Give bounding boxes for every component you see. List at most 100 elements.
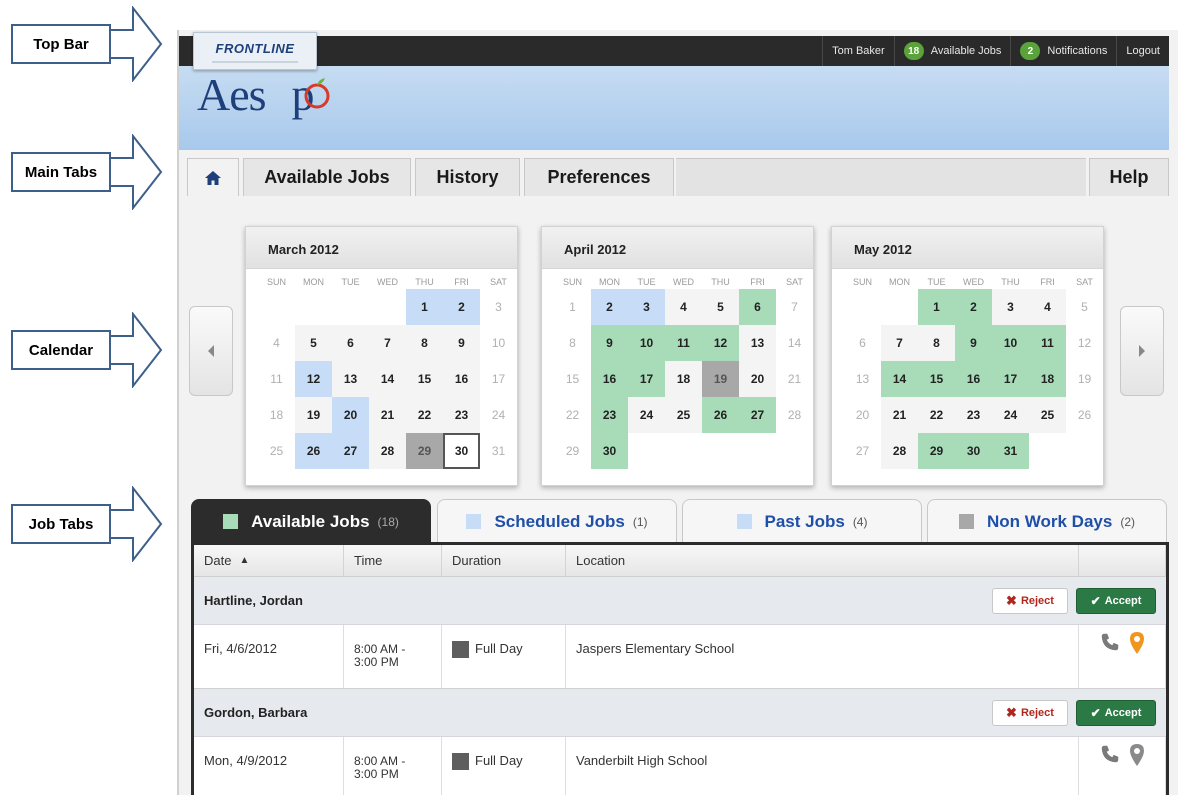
accept-button[interactable]: ✔ Accept: [1076, 587, 1156, 614]
column-header-duration[interactable]: Duration: [442, 545, 566, 576]
calendar-day[interactable]: 25: [665, 397, 702, 433]
calendar-day[interactable]: 21: [369, 397, 406, 433]
calendar-day[interactable]: 6: [332, 325, 369, 361]
calendar-day[interactable]: 31: [480, 433, 517, 469]
calendar-day[interactable]: 8: [918, 325, 955, 361]
calendar-day[interactable]: 15: [918, 361, 955, 397]
calendar-day[interactable]: 23: [443, 397, 480, 433]
reject-button[interactable]: ✖ Reject: [992, 699, 1068, 726]
calendar-day[interactable]: 3: [480, 289, 517, 325]
calendar-day[interactable]: 22: [918, 397, 955, 433]
calendar-day[interactable]: 30: [955, 433, 992, 469]
calendar-day[interactable]: 27: [844, 433, 881, 469]
map-pin-icon[interactable]: [1129, 743, 1145, 767]
calendar-day[interactable]: 24: [628, 397, 665, 433]
calendar-day[interactable]: 1: [406, 289, 443, 325]
calendar-day[interactable]: 21: [776, 361, 813, 397]
available-jobs-link[interactable]: 18 Available Jobs: [893, 36, 1011, 66]
calendar-day[interactable]: 29: [406, 433, 443, 469]
calendar-day[interactable]: 31: [992, 433, 1029, 469]
accept-button[interactable]: ✔ Accept: [1076, 699, 1156, 726]
calendar-day[interactable]: 13: [844, 361, 881, 397]
reject-button[interactable]: ✖ Reject: [992, 587, 1068, 614]
column-header-date[interactable]: Date ▲: [194, 545, 344, 576]
calendar-day[interactable]: 8: [406, 325, 443, 361]
calendar-day[interactable]: 30: [591, 433, 628, 469]
calendar-day[interactable]: 10: [628, 325, 665, 361]
calendar-day[interactable]: 29: [918, 433, 955, 469]
calendar-day[interactable]: 27: [739, 397, 776, 433]
calendar-day[interactable]: 20: [739, 361, 776, 397]
calendar-day[interactable]: 30: [443, 433, 480, 469]
calendar-day[interactable]: 28: [881, 433, 918, 469]
calendar-day[interactable]: 17: [992, 361, 1029, 397]
calendar-day[interactable]: 5: [702, 289, 739, 325]
previous-month-button[interactable]: [189, 306, 233, 396]
tab-available-jobs-list[interactable]: Available Jobs (18): [191, 499, 431, 543]
calendar-day[interactable]: 12: [1066, 325, 1103, 361]
calendar-day[interactable]: 12: [702, 325, 739, 361]
calendar-day[interactable]: 3: [992, 289, 1029, 325]
calendar-day[interactable]: 14: [881, 361, 918, 397]
calendar-day[interactable]: 15: [406, 361, 443, 397]
calendar-day[interactable]: 16: [955, 361, 992, 397]
calendar-day[interactable]: 22: [406, 397, 443, 433]
phone-icon[interactable]: [1099, 631, 1121, 653]
tab-non-work-days[interactable]: Non Work Days (2): [927, 499, 1167, 543]
map-pin-icon[interactable]: [1129, 631, 1145, 655]
calendar-day[interactable]: 21: [881, 397, 918, 433]
calendar-day[interactable]: 22: [554, 397, 591, 433]
next-month-button[interactable]: [1120, 306, 1164, 396]
calendar-day[interactable]: 19: [702, 361, 739, 397]
calendar-day[interactable]: 10: [480, 325, 517, 361]
calendar-day[interactable]: 7: [776, 289, 813, 325]
user-name[interactable]: Tom Baker: [822, 36, 894, 66]
calendar-day[interactable]: 28: [776, 397, 813, 433]
calendar-day[interactable]: 23: [591, 397, 628, 433]
calendar-day[interactable]: 9: [443, 325, 480, 361]
calendar-day[interactable]: 12: [295, 361, 332, 397]
calendar-day[interactable]: 2: [591, 289, 628, 325]
logout-link[interactable]: Logout: [1116, 36, 1169, 66]
calendar-day[interactable]: 11: [258, 361, 295, 397]
calendar-day[interactable]: 13: [332, 361, 369, 397]
phone-icon[interactable]: [1099, 743, 1121, 765]
calendar-day[interactable]: 20: [332, 397, 369, 433]
calendar-day[interactable]: 7: [881, 325, 918, 361]
calendar-day[interactable]: 6: [739, 289, 776, 325]
calendar-day[interactable]: 19: [295, 397, 332, 433]
calendar-day[interactable]: 13: [739, 325, 776, 361]
calendar-day[interactable]: 25: [1029, 397, 1066, 433]
calendar-day[interactable]: 4: [665, 289, 702, 325]
notifications-link[interactable]: 2 Notifications: [1010, 36, 1116, 66]
calendar-day[interactable]: 18: [1029, 361, 1066, 397]
tab-preferences[interactable]: Preferences: [524, 158, 674, 196]
calendar-day[interactable]: 19: [1066, 361, 1103, 397]
calendar-day[interactable]: 5: [295, 325, 332, 361]
frontline-logo[interactable]: FRONTLINE: [193, 32, 317, 70]
calendar-day[interactable]: 10: [992, 325, 1029, 361]
calendar-day[interactable]: 15: [554, 361, 591, 397]
calendar-day[interactable]: 18: [665, 361, 702, 397]
calendar-day[interactable]: 2: [955, 289, 992, 325]
calendar-day[interactable]: 14: [369, 361, 406, 397]
column-header-time[interactable]: Time: [344, 545, 442, 576]
calendar-day[interactable]: 2: [443, 289, 480, 325]
tab-history[interactable]: History: [415, 158, 520, 196]
calendar-day[interactable]: 14: [776, 325, 813, 361]
calendar-day[interactable]: 28: [369, 433, 406, 469]
calendar-day[interactable]: 24: [480, 397, 517, 433]
calendar-day[interactable]: 29: [554, 433, 591, 469]
calendar-day[interactable]: 8: [554, 325, 591, 361]
calendar-day[interactable]: 17: [628, 361, 665, 397]
column-header-location[interactable]: Location: [566, 545, 1079, 576]
calendar-day[interactable]: 26: [295, 433, 332, 469]
calendar-day[interactable]: 18: [258, 397, 295, 433]
tab-home[interactable]: [187, 158, 239, 196]
calendar-day[interactable]: 25: [258, 433, 295, 469]
calendar-day[interactable]: 23: [955, 397, 992, 433]
calendar-day[interactable]: 11: [665, 325, 702, 361]
calendar-day[interactable]: 24: [992, 397, 1029, 433]
calendar-day[interactable]: 6: [844, 325, 881, 361]
calendar-day[interactable]: 5: [1066, 289, 1103, 325]
